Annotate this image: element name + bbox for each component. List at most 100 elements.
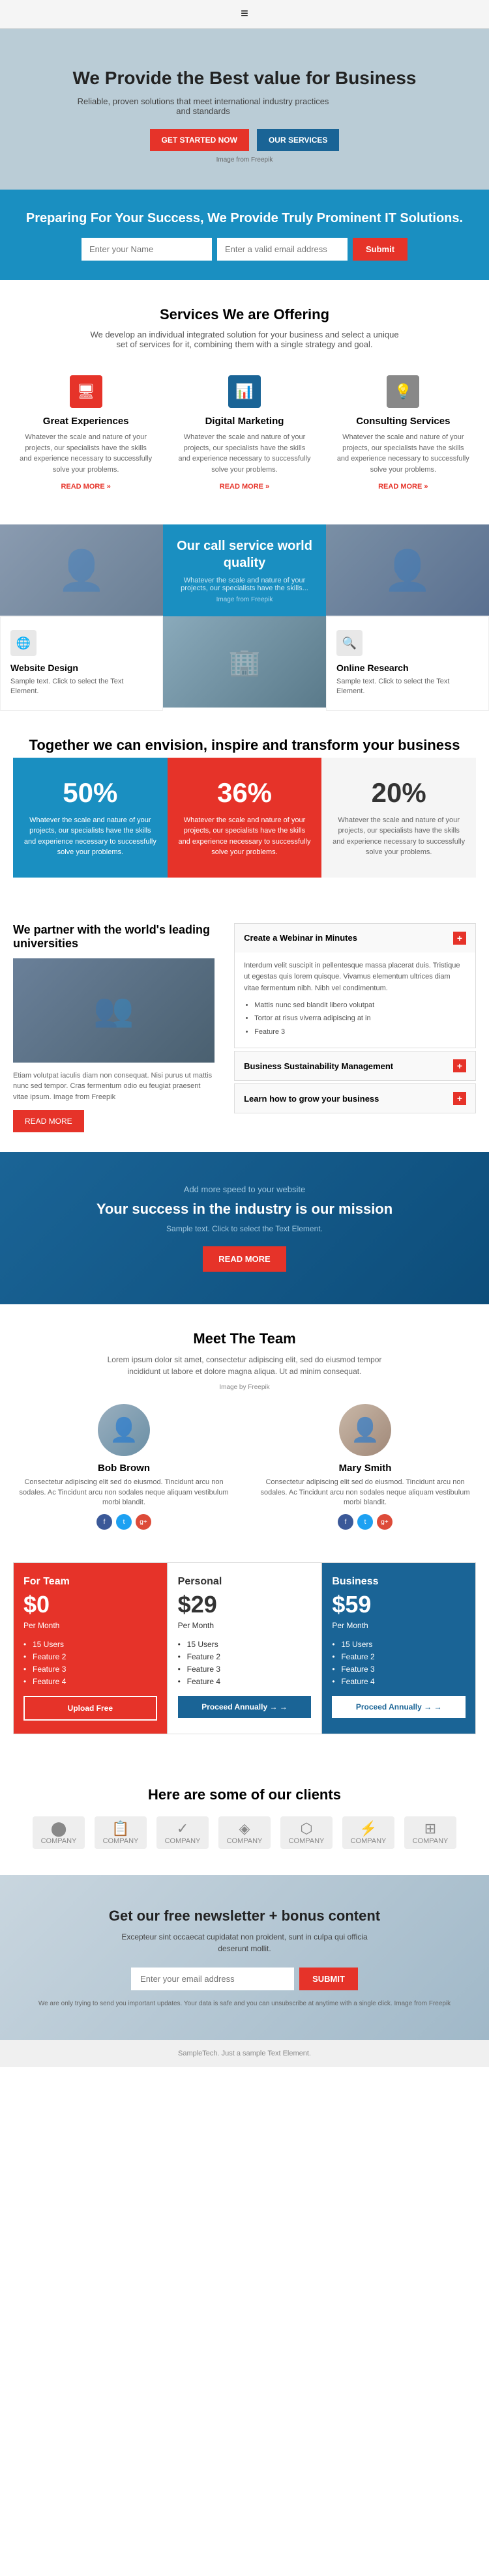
stat-card-1: 36% Whatever the scale and nature of you… xyxy=(168,758,322,878)
newsletter-submit-button[interactable]: SUBMIT xyxy=(299,1968,358,1990)
mary-avatar-icon: 👤 xyxy=(351,1416,380,1444)
stat-text-1: Whatever the scale and nature of your pr… xyxy=(177,815,312,858)
pricing-period-business: Per Month xyxy=(332,1621,466,1630)
team-name-bob: Bob Brown xyxy=(13,1463,235,1474)
client-label-5: COMPANY xyxy=(351,1837,387,1845)
accordion-toggle-1[interactable]: + xyxy=(453,1059,466,1072)
get-started-button[interactable]: GET STARTED NOW xyxy=(150,129,249,151)
service-card-digital: 📊 Digital Marketing Whatever the scale a… xyxy=(171,369,317,498)
client-logo-inner-3: ◈ COMPANY xyxy=(227,1820,263,1845)
mission-title: Your success in the industry is our miss… xyxy=(13,1201,476,1218)
newsletter-email-input[interactable] xyxy=(131,1968,294,1990)
mary-gplus-icon[interactable]: g+ xyxy=(377,1514,393,1530)
service-icon-0: 🖥 xyxy=(70,375,102,408)
service-text-1: Whatever the scale and nature of your pr… xyxy=(178,432,310,475)
partner-read-more-button[interactable]: READ MORE xyxy=(13,1110,84,1132)
team-card-mary: 👤 Mary Smith Consectetur adipiscing elit… xyxy=(254,1404,476,1530)
pricing-feature-free-2: Feature 3 xyxy=(23,1665,157,1674)
pricing-features-free: 15 Users Feature 2 Feature 3 Feature 4 xyxy=(23,1640,157,1686)
mid-grid-section: 👤 Our call service world quality Whateve… xyxy=(0,524,489,711)
services-subtitle: We develop an individual integrated solu… xyxy=(88,330,401,349)
service-card-great: 🖥 Great Experiences Whatever the scale a… xyxy=(13,369,158,498)
partner-image: 👥 xyxy=(13,958,215,1063)
client-logo-6: ⊞ COMPANY xyxy=(404,1816,456,1849)
accordion-title-0: Create a Webinar in Minutes xyxy=(244,933,357,943)
stats-section: Together we can envision, inspire and tr… xyxy=(0,711,489,904)
accordion-item-1: Business Sustainability Management + xyxy=(234,1051,476,1081)
pricing-btn-personal[interactable]: Proceed Annually → xyxy=(178,1696,312,1718)
client-logo-inner-1: 📋 COMPANY xyxy=(103,1820,139,1845)
mid-bottom-center-img: 🏢 xyxy=(163,616,326,708)
service-title-1: Digital Marketing xyxy=(178,416,310,427)
client-icon-2: ✓ xyxy=(165,1820,201,1837)
accordion-header-0[interactable]: Create a Webinar in Minutes + xyxy=(235,924,475,952)
team-title: Meet The Team xyxy=(13,1330,476,1347)
pricing-btn-free[interactable]: Upload Free xyxy=(23,1696,157,1721)
accordion-toggle-2[interactable]: + xyxy=(453,1092,466,1105)
client-logo-inner-6: ⊞ COMPANY xyxy=(413,1820,449,1845)
partner-image-icon: 👥 xyxy=(93,991,134,1029)
our-services-button[interactable]: OUR SERVICES xyxy=(257,129,339,151)
pricing-btn-business[interactable]: Proceed Annually → xyxy=(332,1696,466,1718)
pricing-card-free: For Team $0 Per Month 15 Users Feature 2… xyxy=(13,1562,168,1734)
pricing-header-business: Business xyxy=(332,1576,466,1588)
mission-read-more-button[interactable]: READ MORE xyxy=(203,1246,286,1272)
hero-image-note: Image from Freepik xyxy=(73,156,417,164)
banner-email-input[interactable] xyxy=(217,238,348,261)
pricing-feature-business-2: Feature 3 xyxy=(332,1665,466,1674)
pricing-section: For Team $0 Per Month 15 Users Feature 2… xyxy=(0,1556,489,1760)
service-readmore-1[interactable]: READ MORE » xyxy=(220,483,269,491)
mission-subtitle: Sample text. Click to select the Text El… xyxy=(13,1224,476,1233)
accordion-toggle-0[interactable]: + xyxy=(453,932,466,945)
mid-card-icon-research: 🔍 xyxy=(336,630,363,656)
client-logo-0: ⬤ COMPANY xyxy=(33,1816,85,1849)
avatar-image-mary: 👤 xyxy=(339,1404,391,1456)
hero-subtitle: Reliable, proven solutions that meet int… xyxy=(73,96,334,116)
client-label-0: COMPANY xyxy=(41,1837,77,1845)
mary-facebook-icon[interactable]: f xyxy=(338,1514,353,1530)
accordion-list-item-0-2: Feature 3 xyxy=(254,1027,466,1038)
stat-card-2: 20% Whatever the scale and nature of you… xyxy=(321,758,476,878)
stat-card-0: 50% Whatever the scale and nature of you… xyxy=(13,758,168,878)
service-readmore-0[interactable]: READ MORE » xyxy=(61,483,110,491)
accordion-body-0: Interdum velit suscipit in pellentesque … xyxy=(235,952,475,1048)
pricing-feature-personal-0: 15 Users xyxy=(178,1640,312,1649)
partner-left: We partner with the world's leading univ… xyxy=(13,923,215,1133)
mid-image-right: 👤 xyxy=(326,524,489,616)
mid-center-note: Image from Freepik xyxy=(216,596,273,603)
clients-title: Here are some of our clients xyxy=(13,1786,476,1803)
bob-social-icons: f t g+ xyxy=(13,1514,235,1530)
pricing-features-business: 15 Users Feature 2 Feature 3 Feature 4 xyxy=(332,1640,466,1686)
pricing-price-personal: $29 xyxy=(178,1591,312,1618)
mary-social-icons: f t g+ xyxy=(254,1514,476,1530)
mid-center-text: Whatever the scale and nature of your pr… xyxy=(176,577,313,592)
mary-twitter-icon[interactable]: t xyxy=(357,1514,373,1530)
accordion-title-2: Learn how to grow your business xyxy=(244,1094,379,1104)
site-header: ≡ xyxy=(0,0,489,29)
team-grid: 👤 Bob Brown Consectetur adipiscing elit … xyxy=(13,1404,476,1530)
mission-top-text: Add more speed to your website xyxy=(13,1184,476,1194)
client-icon-4: ⬡ xyxy=(289,1820,325,1837)
bob-gplus-icon[interactable]: g+ xyxy=(136,1514,151,1530)
person-silhouette-right: 👤 xyxy=(383,547,432,594)
newsletter-section: Get our free newsletter + bonus content … xyxy=(0,1875,489,2040)
bob-facebook-icon[interactable]: f xyxy=(96,1514,112,1530)
client-label-3: COMPANY xyxy=(227,1837,263,1845)
pricing-period-personal: Per Month xyxy=(178,1621,312,1630)
avatar-image-bob: 👤 xyxy=(98,1404,150,1456)
banner-name-input[interactable] xyxy=(82,238,212,261)
banner-form: Submit xyxy=(13,238,476,261)
accordion-header-2[interactable]: Learn how to grow your business + xyxy=(235,1084,475,1113)
team-text-mary: Consectetur adipiscing elit sed do eiusm… xyxy=(254,1478,476,1508)
blue-banner-section: Preparing For Your Success, We Provide T… xyxy=(0,190,489,280)
accordion-header-1[interactable]: Business Sustainability Management + xyxy=(235,1052,475,1080)
banner-submit-button[interactable]: Submit xyxy=(353,238,408,261)
pricing-feature-free-0: 15 Users xyxy=(23,1640,157,1649)
mid-card-icon-website: 🌐 xyxy=(10,630,37,656)
stat-text-0: Whatever the scale and nature of your pr… xyxy=(23,815,158,858)
hamburger-icon[interactable]: ≡ xyxy=(241,7,248,21)
client-logo-inner-5: ⚡ COMPANY xyxy=(351,1820,387,1845)
mid-card-title-research: Online Research xyxy=(336,663,479,673)
service-readmore-2[interactable]: READ MORE » xyxy=(378,483,428,491)
bob-twitter-icon[interactable]: t xyxy=(116,1514,132,1530)
